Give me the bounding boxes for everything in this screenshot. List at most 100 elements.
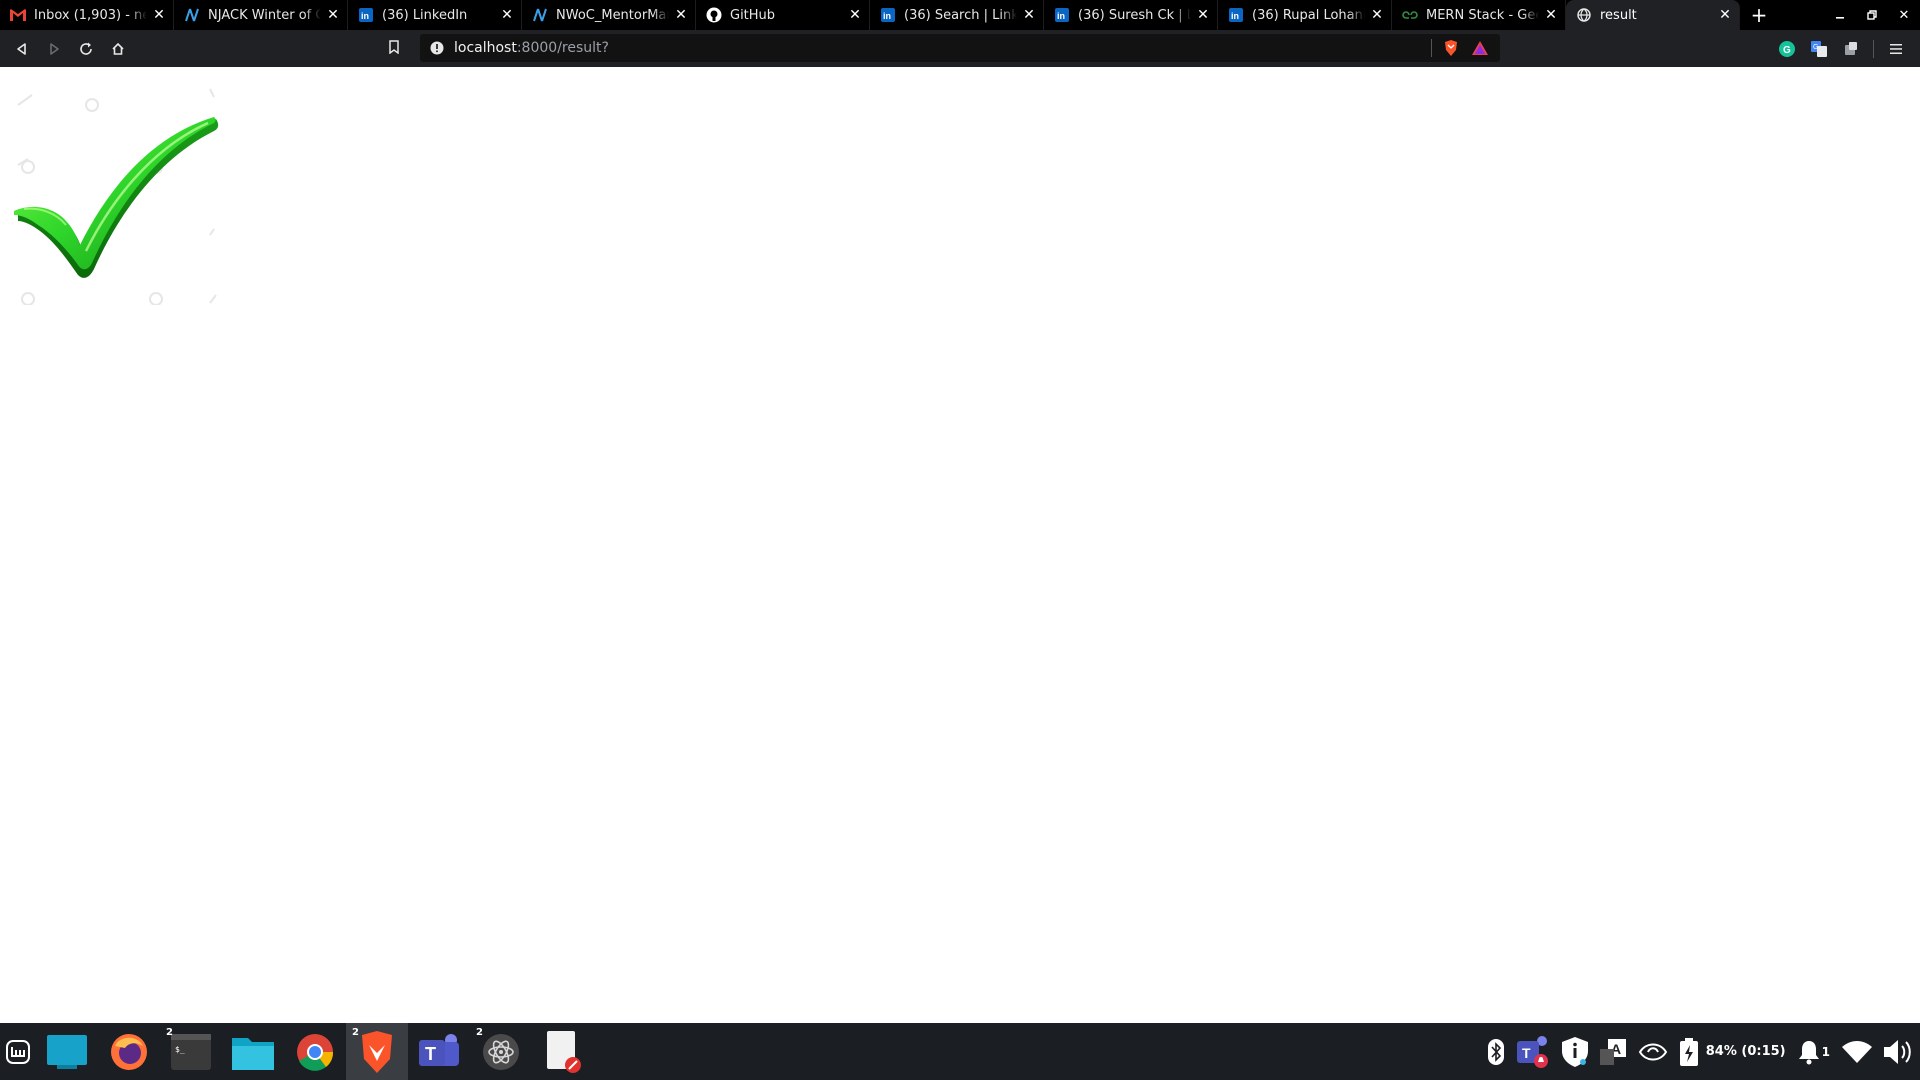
tab-nwoc-mentor[interactable]: NWoC_MentorManu ✕ <box>522 0 696 30</box>
forward-button[interactable] <box>38 34 70 64</box>
minimize-icon[interactable] <box>1824 0 1856 30</box>
back-button[interactable] <box>6 34 38 64</box>
back-icon <box>17 42 26 55</box>
svg-text:$_: $_ <box>175 1045 185 1054</box>
svg-text:in: in <box>361 11 369 21</box>
divider <box>1873 39 1874 58</box>
close-icon[interactable]: ✕ <box>325 7 341 23</box>
notifications-icon[interactable]: 1 <box>1792 1023 1836 1080</box>
window-count-badge: 2 <box>352 1027 359 1038</box>
browser-toolbar: localhost:8000/result? G G <box>0 30 1920 67</box>
tab-linkedin[interactable]: in (36) LinkedIn ✕ <box>348 0 522 30</box>
atom-icon[interactable]: 2 <box>470 1023 532 1080</box>
close-icon[interactable]: ✕ <box>1195 7 1211 23</box>
globe-icon <box>1576 7 1592 23</box>
geeksforgeeks-icon <box>1402 7 1418 23</box>
close-icon[interactable]: ✕ <box>1717 7 1733 23</box>
url-host: localhost <box>454 40 517 56</box>
extensions-area: G G <box>1771 30 1920 67</box>
nwoc-icon <box>532 7 548 23</box>
nwoc-icon <box>184 7 200 23</box>
github-icon <box>706 7 722 23</box>
tab-linkedin-search[interactable]: in (36) Search | Linkedi ✕ <box>870 0 1044 30</box>
tab-njack[interactable]: NJACK Winter of Co ✕ <box>174 0 348 30</box>
window-count-badge: 2 <box>166 1027 173 1038</box>
notification-count: 1 <box>1821 1044 1830 1059</box>
extensions-icon[interactable] <box>1835 34 1867 64</box>
gmail-icon <box>10 7 26 23</box>
new-tab-button[interactable]: + <box>1744 0 1774 30</box>
tab-title: Inbox (1,903) - nehal <box>34 7 147 23</box>
svg-text:in: in <box>1057 11 1065 21</box>
tab-result[interactable]: result ✕ <box>1566 0 1740 30</box>
linkedin-icon: in <box>1054 7 1070 23</box>
tab-gmail[interactable]: Inbox (1,903) - nehal ✕ <box>0 0 174 30</box>
text-editor-icon[interactable] <box>532 1023 594 1080</box>
files-icon[interactable] <box>222 1023 284 1080</box>
terminal-icon[interactable]: 2 $_ <box>160 1023 222 1080</box>
close-icon[interactable]: ✕ <box>1021 7 1037 23</box>
linux-mint-menu-icon[interactable] <box>0 1023 36 1080</box>
page-content <box>0 67 1920 1023</box>
tab-strip: Inbox (1,903) - nehal ✕ NJACK Winter of … <box>0 0 1920 30</box>
bluetooth-icon[interactable] <box>1482 1023 1510 1080</box>
close-icon[interactable]: ✕ <box>673 7 689 23</box>
svg-text:in: in <box>1231 11 1239 21</box>
brave-icon[interactable]: 2 <box>346 1023 408 1080</box>
tab-title: MERN Stack - Geeks <box>1426 7 1539 23</box>
show-desktop-icon[interactable] <box>36 1023 98 1080</box>
close-icon[interactable]: ✕ <box>151 7 167 23</box>
tab-title: result <box>1600 7 1637 23</box>
chrome-icon[interactable] <box>284 1023 346 1080</box>
svg-text:T: T <box>1522 1045 1531 1061</box>
url-path: :8000/result? <box>516 40 609 56</box>
restore-icon[interactable] <box>1856 0 1888 30</box>
divider <box>1431 39 1432 57</box>
menu-icon[interactable] <box>1880 34 1912 64</box>
home-icon <box>112 42 124 55</box>
address-bar[interactable]: localhost:8000/result? <box>420 34 1500 62</box>
window-count-badge: 2 <box>476 1027 483 1038</box>
svg-text:in: in <box>883 11 891 21</box>
security-shield-icon[interactable] <box>1556 1023 1594 1080</box>
tab-title: GitHub <box>730 7 776 23</box>
keyboard-layout-icon[interactable]: A <box>1594 1023 1632 1080</box>
close-window-icon[interactable]: ✕ <box>1888 0 1920 30</box>
linkedin-icon: in <box>880 7 896 23</box>
linkedin-icon: in <box>1228 7 1244 23</box>
battery-status: 84% (0:15) <box>1705 1044 1786 1059</box>
brave-shield-icon[interactable] <box>1444 40 1458 60</box>
tab-title: (36) Suresh Ck | Link <box>1078 7 1191 23</box>
window-controls: ✕ <box>1824 0 1920 30</box>
grammarly-icon[interactable]: G <box>1771 34 1803 64</box>
teams-notification-icon[interactable]: T <box>1510 1023 1556 1080</box>
firefox-icon[interactable] <box>98 1023 160 1080</box>
close-icon[interactable]: ✕ <box>847 7 863 23</box>
forward-icon <box>50 42 59 55</box>
bookmark-button[interactable] <box>388 39 400 58</box>
tab-linkedin-suresh[interactable]: in (36) Suresh Ck | Link ✕ <box>1044 0 1218 30</box>
tab-geeksforgeeks[interactable]: MERN Stack - Geeks ✕ <box>1392 0 1566 30</box>
close-icon[interactable]: ✕ <box>1369 7 1385 23</box>
tab-title: NWoC_MentorManu <box>556 7 669 23</box>
tab-github[interactable]: GitHub ✕ <box>696 0 870 30</box>
translate-icon[interactable]: G <box>1803 34 1835 64</box>
info-icon[interactable] <box>430 41 444 55</box>
tab-title: NJACK Winter of Co <box>208 7 321 23</box>
close-icon[interactable]: ✕ <box>1543 7 1559 23</box>
tab-title: (36) Rupal Lohani | L <box>1252 7 1365 23</box>
svg-text:T: T <box>425 1044 436 1064</box>
tab-linkedin-rupal[interactable]: in (36) Rupal Lohani | L ✕ <box>1218 0 1392 30</box>
wifi-icon[interactable] <box>1836 1023 1878 1080</box>
reload-button[interactable] <box>70 34 102 64</box>
home-button[interactable] <box>102 34 134 64</box>
close-icon[interactable]: ✕ <box>499 7 515 23</box>
taskbar: 2 $_ 2 T 2 T A 84% (0:15) 1 <box>0 1023 1920 1080</box>
linkedin-icon: in <box>358 7 374 23</box>
teams-icon[interactable]: T <box>408 1023 470 1080</box>
volume-icon[interactable] <box>1878 1023 1920 1080</box>
system-tray: T A 84% (0:15) 1 <box>1482 1023 1920 1080</box>
nvidia-icon[interactable] <box>1632 1023 1674 1080</box>
battery-icon[interactable] <box>1674 1023 1700 1080</box>
brave-rewards-icon[interactable] <box>1472 40 1488 59</box>
